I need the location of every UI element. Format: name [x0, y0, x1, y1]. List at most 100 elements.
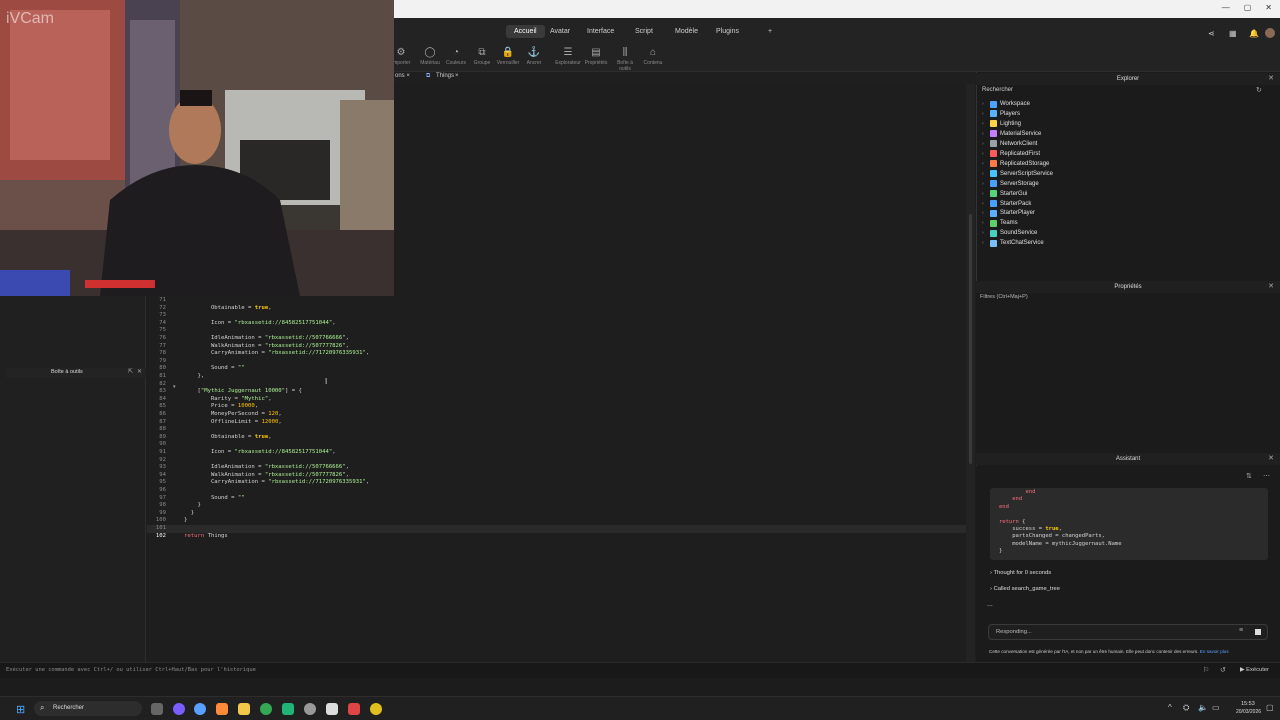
code-line[interactable]: 79: [150, 358, 950, 366]
settings-sliders-icon[interactable]: ≡: [1239, 627, 1243, 634]
assistant-close-icon[interactable]: ✕: [1268, 453, 1274, 465]
explorer-item-players[interactable]: › Players: [982, 109, 1020, 119]
thought-item[interactable]: › Thought for 0 seconds: [990, 570, 1051, 576]
code-line[interactable]: 77 WalkAnimation = "rbxassetid://5077778…: [150, 343, 950, 351]
assistant-input[interactable]: Responding... ≡: [988, 624, 1268, 640]
tab-modele[interactable]: Modèle: [667, 25, 706, 38]
settings-app-icon[interactable]: [194, 703, 206, 715]
anchor-button[interactable]: ⚓ Ancrer: [521, 46, 547, 66]
code-line[interactable]: 102 return Things: [150, 533, 950, 541]
windows-start-icon[interactable]: ⊞: [16, 703, 25, 716]
code-line[interactable]: 71: [150, 297, 950, 305]
minimize-icon[interactable]: —: [1222, 3, 1230, 12]
code-line[interactable]: 74 Icon = "rbxassetid://84582517751044",: [150, 320, 950, 328]
avatar[interactable]: [1265, 28, 1275, 38]
bookmark-icon[interactable]: ⚐: [1203, 666, 1209, 674]
tab-accueil[interactable]: Accueil: [506, 25, 545, 38]
clock-time[interactable]: 15:53: [1241, 701, 1255, 707]
clock-date[interactable]: 20/03/2026: [1236, 709, 1261, 715]
explorer-item-startergui[interactable]: › StarterGui: [982, 189, 1027, 199]
code-line[interactable]: 87 OfflineLimit = 12000,: [150, 419, 950, 427]
expand-arrow-icon[interactable]: ›: [982, 230, 987, 236]
code-area[interactable]: 71 72 Obtainable = true, 73 74 Icon = "rb…: [150, 297, 960, 539]
tool-call-item[interactable]: › Called search_game_tree: [990, 586, 1060, 592]
explorer-item-serverscriptservice[interactable]: › ServerScriptService: [982, 169, 1053, 179]
toolbox-button[interactable]: ⫼ Boîte à outils: [612, 46, 638, 72]
explorer-item-teams[interactable]: › Teams: [982, 218, 1018, 228]
volume-icon[interactable]: 🔈: [1198, 703, 1208, 712]
editor-scrollbar[interactable]: [966, 84, 975, 662]
material-button[interactable]: ◯ Matériau: [417, 46, 443, 66]
expand-arrow-icon[interactable]: ›: [982, 240, 987, 246]
app-icon-yellow[interactable]: [370, 703, 382, 715]
command-bar[interactable]: Exécuter une commande avec Ctrl+/ ou uti…: [0, 662, 1280, 678]
run-button[interactable]: ▶ Exécuter: [1240, 667, 1269, 673]
expand-arrow-icon[interactable]: ›: [982, 210, 987, 216]
expand-arrow-icon[interactable]: ›: [982, 111, 987, 117]
explorer-search-input[interactable]: Rechercher ↻: [978, 86, 1268, 96]
code-line[interactable]: 100}: [150, 517, 950, 525]
tab-script[interactable]: Script: [627, 25, 661, 38]
explorer-close-icon[interactable]: ✕: [1268, 73, 1274, 85]
code-line[interactable]: 76 IdleAnimation = "rbxassetid://5077666…: [150, 335, 950, 343]
expand-arrow-icon[interactable]: ›: [982, 101, 987, 107]
explorer-item-starterpack[interactable]: › StarterPack: [982, 199, 1031, 209]
grid-icon[interactable]: ▦: [1229, 29, 1237, 38]
maximize-icon[interactable]: ▢: [1244, 3, 1252, 12]
properties-close-icon[interactable]: ✕: [1268, 281, 1274, 293]
code-line[interactable]: 84 Rarity = "Mythic",: [150, 396, 950, 404]
code-line[interactable]: 81 },: [150, 373, 950, 381]
expand-arrow-icon[interactable]: ›: [982, 181, 987, 187]
chrome-icon[interactable]: [260, 703, 272, 715]
explorer-item-materialservice[interactable]: › MaterialService: [982, 129, 1041, 139]
content-button[interactable]: ⌂ Contenu: [640, 46, 666, 66]
explorer-item-serverstorage[interactable]: › ServerStorage: [982, 179, 1039, 189]
roblox-studio-icon[interactable]: [326, 703, 338, 715]
expand-arrow-icon[interactable]: ›: [982, 171, 987, 177]
tab-plugins[interactable]: Plugins: [708, 25, 747, 38]
more-options-icon[interactable]: ⋯: [1263, 472, 1270, 480]
code-line[interactable]: 72 Obtainable = true,: [150, 305, 950, 313]
tab-things[interactable]: Things: [436, 73, 454, 79]
tab-avatar[interactable]: Avatar: [542, 25, 578, 38]
tray-chevron-icon[interactable]: ^: [1168, 703, 1172, 712]
code-line[interactable]: 99 }: [150, 510, 950, 518]
properties-filter-input[interactable]: Filtres (Ctrl+Maj+P): [980, 294, 1028, 300]
explorer-item-replicatedfirst[interactable]: › ReplicatedFirst: [982, 149, 1040, 159]
history-icon[interactable]: ↻: [1256, 86, 1262, 94]
explorer-item-soundservice[interactable]: › SoundService: [982, 228, 1037, 238]
fold-chevron-icon[interactable]: ▾: [173, 384, 176, 390]
lock-button[interactable]: 🔒 Verrouiller: [495, 46, 521, 66]
tab-interface[interactable]: Interface: [579, 25, 622, 38]
tab-close-icon[interactable]: ×: [455, 73, 459, 79]
code-line[interactable]: 88: [150, 426, 950, 434]
network-icon[interactable]: ⛭: [1183, 703, 1189, 713]
code-line[interactable]: 83 ["Mythic Juggernaut 10000"] = {: [150, 388, 950, 396]
code-line[interactable]: 75: [150, 327, 950, 335]
taskbar-search[interactable]: ⌕ Rechercher: [34, 701, 142, 716]
expand-arrow-icon[interactable]: ›: [982, 141, 987, 147]
app-icon-1[interactable]: [173, 703, 185, 715]
history-icon[interactable]: ↺: [1220, 666, 1226, 674]
code-line[interactable]: 92: [150, 457, 950, 465]
code-line[interactable]: 97 Sound = "": [150, 495, 950, 503]
color-button[interactable]: ◔ Couleurs: [443, 46, 469, 66]
expand-arrow-icon[interactable]: ›: [982, 201, 987, 207]
code-line[interactable]: 89 Obtainable = true,: [150, 434, 950, 442]
code-line[interactable]: 94 WalkAnimation = "rbxassetid://5077778…: [150, 472, 950, 480]
pin-icon[interactable]: ⇱: [128, 368, 133, 375]
share-icon[interactable]: ⋖: [1208, 29, 1215, 38]
code-line[interactable]: 95 CarryAnimation = "rbxassetid://717209…: [150, 479, 950, 487]
explorer-item-workspace[interactable]: › Workspace: [982, 99, 1030, 109]
code-line[interactable]: 90: [150, 441, 950, 449]
expand-arrow-icon[interactable]: ›: [982, 191, 987, 197]
new-chat-icon[interactable]: ⇅: [1246, 472, 1252, 480]
toolbox-close-icon[interactable]: ✕: [137, 368, 142, 375]
file-explorer-icon[interactable]: [238, 703, 250, 715]
expand-arrow-icon[interactable]: ›: [982, 151, 987, 157]
code-line[interactable]: 91 Icon = "rbxassetid://84582517751044",: [150, 449, 950, 457]
code-line[interactable]: 73: [150, 312, 950, 320]
app-icon-gray[interactable]: [304, 703, 316, 715]
expand-arrow-icon[interactable]: ›: [982, 131, 987, 137]
code-line[interactable]: 85 Price = 10000,: [150, 403, 950, 411]
